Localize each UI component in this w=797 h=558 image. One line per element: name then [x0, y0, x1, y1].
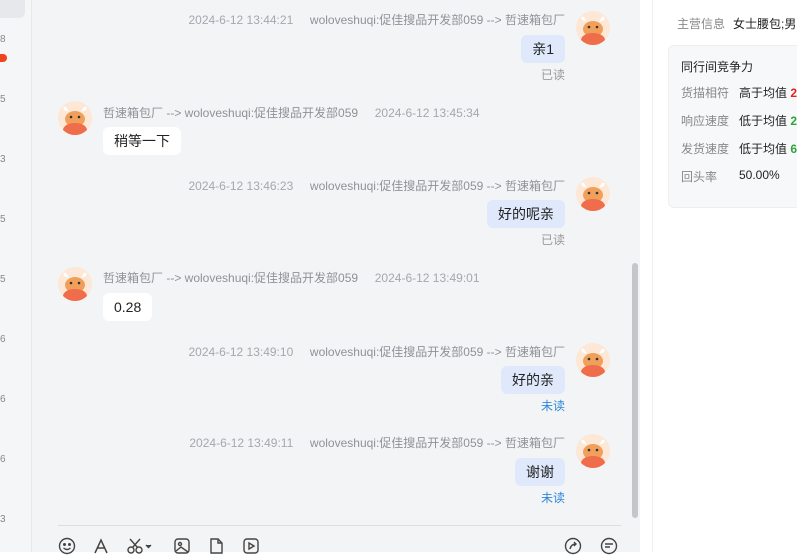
unread-dot — [0, 54, 7, 62]
message-meta: 2024-6-12 13:44:21 woloveshuqi:促佳搜品开发部05… — [188, 11, 565, 28]
font-icon[interactable] — [92, 537, 110, 555]
metric-value: 低于均值 2 — [739, 114, 797, 128]
message-meta: 2024-6-12 13:49:11 woloveshuqi:促佳搜品开发部05… — [189, 434, 565, 451]
store-info-panel: 主营信息 女士腰包;男 同行间竞争力 货描相符 高于均值 2 响应速度 低于均值… — [652, 0, 797, 552]
bull-avatar-icon — [576, 343, 610, 377]
message-bubble[interactable]: 好的呢亲 — [487, 200, 565, 228]
list-item-count: 3 — [0, 154, 6, 165]
read-status: 已读 — [540, 233, 565, 247]
input-toolbar — [58, 525, 621, 555]
list-item-count: 6 — [0, 394, 6, 405]
image-icon[interactable] — [173, 537, 191, 555]
metric-value: 高于均值 2 — [739, 86, 797, 100]
avatar — [58, 101, 92, 135]
metric-label: 发货速度 — [681, 142, 730, 156]
message-bubble[interactable]: 稍等一下 — [103, 127, 181, 155]
unread-status: 未读 — [540, 399, 565, 413]
message-meta: 哲速箱包厂 --> woloveshuqi:促佳搜品开发部059 2024-6-… — [103, 104, 480, 121]
avatar — [576, 177, 610, 211]
message-meta: 2024-6-12 13:49:10 woloveshuqi:促佳搜品开发部05… — [188, 343, 565, 360]
message-time: 2024-6-12 13:45:34 — [374, 106, 480, 120]
message-time: 2024-6-12 13:49:10 — [188, 345, 294, 359]
conversation-list-strip: 8 5 3 5 5 6 6 6 3 — [0, 0, 32, 552]
chat-scrollbar[interactable] — [632, 263, 638, 518]
message-bubble[interactable]: 亲1 — [521, 35, 565, 63]
message-route: 哲速箱包厂 --> woloveshuqi:促佳搜品开发部059 — [103, 271, 359, 285]
bull-avatar-icon — [576, 434, 610, 468]
list-item-count: 5 — [0, 214, 6, 225]
message-time: 2024-6-12 13:44:21 — [188, 13, 294, 27]
message-meta: 哲速箱包厂 --> woloveshuqi:促佳搜品开发部059 2024-6-… — [103, 269, 480, 286]
file-icon[interactable] — [207, 537, 225, 555]
video-icon[interactable] — [242, 537, 260, 555]
avatar — [576, 11, 610, 45]
message-route: woloveshuqi:促佳搜品开发部059 --> 哲速箱包厂 — [309, 436, 565, 450]
metric-label: 回头率 — [681, 170, 718, 184]
scissors-icon[interactable] — [126, 537, 152, 555]
metric-value: 低于均值 6 — [739, 142, 797, 156]
message-time: 2024-6-12 13:49:11 — [189, 436, 294, 450]
metric-label: 响应速度 — [681, 114, 730, 128]
chat-history-panel[interactable]: 2024-6-12 13:44:21 woloveshuqi:促佳搜品开发部05… — [32, 0, 640, 555]
quick-reply-icon[interactable] — [600, 537, 618, 555]
list-item-count: 6 — [0, 334, 6, 345]
read-status: 已读 — [540, 68, 565, 82]
avatar — [576, 434, 610, 468]
list-item-count: 5 — [0, 94, 6, 105]
main-business-value: 女士腰包;男 — [733, 17, 797, 31]
competitiveness-title: 同行间竞争力 — [681, 60, 754, 74]
bull-avatar-icon — [58, 101, 92, 135]
bull-avatar-icon — [576, 11, 610, 45]
list-item-count: 5 — [0, 274, 6, 285]
list-item-count: 6 — [0, 454, 6, 465]
message-route: woloveshuqi:促佳搜品开发部059 --> 哲速箱包厂 — [309, 345, 565, 359]
metric-score: 2 — [790, 86, 797, 100]
message-route: woloveshuqi:促佳搜品开发部059 --> 哲速箱包厂 — [309, 179, 565, 193]
metric-score: 6 — [790, 142, 797, 156]
message-meta: 2024-6-12 13:46:23 woloveshuqi:促佳搜品开发部05… — [188, 177, 565, 194]
share-icon[interactable] — [564, 537, 582, 555]
list-item-selected[interactable] — [0, 0, 25, 18]
message-time: 2024-6-12 13:49:01 — [374, 271, 480, 285]
avatar — [576, 343, 610, 377]
competitiveness-card: 同行间竞争力 货描相符 高于均值 2 响应速度 低于均值 2 发货速度 低于均值… — [668, 45, 797, 208]
main-business-label: 主营信息 — [677, 17, 726, 31]
bull-avatar-icon — [576, 177, 610, 211]
message-bubble[interactable]: 谢谢 — [515, 458, 565, 486]
emoji-icon[interactable] — [58, 537, 76, 555]
message-route: woloveshuqi:促佳搜品开发部059 --> 哲速箱包厂 — [309, 13, 565, 27]
message-bubble[interactable]: 0.28 — [103, 293, 153, 321]
list-item-count: 8 — [0, 34, 6, 45]
message-time: 2024-6-12 13:46:23 — [188, 179, 294, 193]
message-route: 哲速箱包厂 --> woloveshuqi:促佳搜品开发部059 — [103, 106, 359, 120]
list-item-count: 3 — [0, 514, 6, 525]
message-bubble[interactable]: 好的亲 — [501, 366, 565, 394]
unread-status: 未读 — [540, 491, 565, 505]
bull-avatar-icon — [58, 267, 92, 301]
metric-score: 2 — [790, 114, 797, 128]
avatar — [58, 267, 92, 301]
metric-value: 50.00% — [739, 168, 780, 182]
metric-label: 货描相符 — [681, 86, 730, 100]
